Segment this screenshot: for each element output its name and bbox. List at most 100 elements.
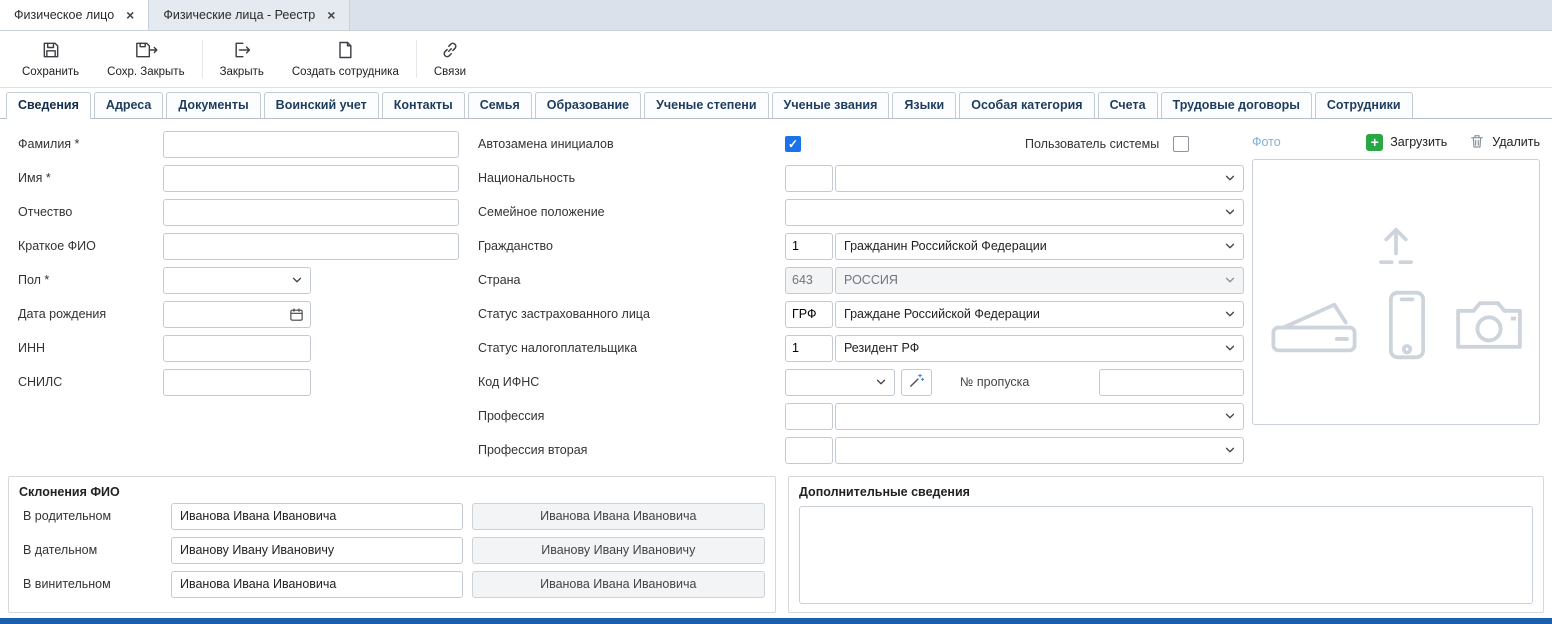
accusative-label: В винительном xyxy=(19,577,171,591)
close-button[interactable]: Закрыть xyxy=(206,31,278,87)
tab-voinskiy-uchet[interactable]: Воинский учет xyxy=(264,92,379,118)
insured-status-code-input[interactable] xyxy=(785,301,833,328)
save-icon xyxy=(41,40,61,63)
tab-yazyki[interactable]: Языки xyxy=(892,92,956,118)
chevron-down-icon xyxy=(1223,205,1237,219)
first-name-input[interactable] xyxy=(163,165,459,192)
tab-dokumenty[interactable]: Документы xyxy=(166,92,260,118)
tab-uchenye-stepeni[interactable]: Ученые степени xyxy=(644,92,768,118)
taxpayer-status-select[interactable]: Резидент РФ xyxy=(835,335,1244,362)
surname-label: Фамилия * xyxy=(8,137,163,151)
auto-initials-checkbox[interactable] xyxy=(785,136,801,152)
person-form: Фамилия * Имя * Отчество Краткое ФИО Пол… xyxy=(0,119,1552,467)
ifns-code-label: Код ИФНС xyxy=(472,375,785,389)
tab-obrazovanie[interactable]: Образование xyxy=(535,92,641,118)
citizenship-select[interactable]: Гражданин Российской Федерации xyxy=(835,233,1244,260)
pass-number-label: № пропуска xyxy=(960,375,1029,389)
inn-label: ИНН xyxy=(8,341,163,355)
marital-status-select[interactable] xyxy=(785,199,1244,226)
chevron-down-icon xyxy=(1223,307,1237,321)
genitive-suggest-button[interactable]: Иванова Ивана Ивановича xyxy=(472,503,765,530)
photo-upload-button[interactable]: + Загрузить xyxy=(1366,134,1447,151)
additional-info-textarea[interactable] xyxy=(799,506,1533,604)
save-button[interactable]: Сохранить xyxy=(8,31,93,87)
nationality-select[interactable] xyxy=(835,165,1244,192)
window-tab-bar: Физическое лицо × Физические лица - Реес… xyxy=(0,0,1552,31)
patronymic-input[interactable] xyxy=(163,199,459,226)
photo-section: Фото + Загрузить Удалить xyxy=(1244,127,1544,467)
insured-status-select[interactable]: Граждане Российской Федерации xyxy=(835,301,1244,328)
pass-number-input[interactable] xyxy=(1099,369,1244,396)
field-row-first-name: Имя * xyxy=(8,161,472,195)
tab-svedeniya[interactable]: Сведения xyxy=(6,92,91,119)
field-row-birth-date: Дата рождения xyxy=(8,297,472,331)
save-close-button[interactable]: Сохр. Закрыть xyxy=(93,31,198,87)
field-row-gender: Пол * xyxy=(8,263,472,297)
nationality-code-input[interactable] xyxy=(785,165,833,192)
tab-scheta[interactable]: Счета xyxy=(1098,92,1158,118)
photo-dropzone[interactable] xyxy=(1252,159,1540,425)
chevron-down-icon xyxy=(1223,171,1237,185)
system-user-checkbox[interactable] xyxy=(1173,136,1189,152)
calendar-icon[interactable] xyxy=(289,307,304,325)
surname-input[interactable] xyxy=(163,131,459,158)
field-row-patronymic: Отчество xyxy=(8,195,472,229)
short-fio-label: Краткое ФИО xyxy=(8,239,163,253)
close-button-label: Закрыть xyxy=(220,66,264,78)
accusative-input[interactable] xyxy=(171,571,463,598)
profession-select[interactable] xyxy=(835,403,1244,430)
taxpayer-status-value: Резидент РФ xyxy=(844,341,919,355)
additional-info-title: Дополнительные сведения xyxy=(799,485,1533,499)
field-row-auto-initials: Автозамена инициалов Пользователь систем… xyxy=(472,127,1244,161)
citizenship-code-input[interactable] xyxy=(785,233,833,260)
save-close-button-label: Сохр. Закрыть xyxy=(107,66,184,78)
tab-semya[interactable]: Семья xyxy=(468,92,532,118)
snils-label: СНИЛС xyxy=(8,375,163,389)
profession-second-label: Профессия вторая xyxy=(472,443,785,457)
tab-uchenye-zvaniya[interactable]: Ученые звания xyxy=(772,92,890,118)
autofill-wand-button[interactable] xyxy=(901,369,932,396)
chevron-down-icon xyxy=(290,273,304,287)
chevron-down-icon xyxy=(1223,341,1237,355)
country-select: РОССИЯ xyxy=(835,267,1244,294)
inn-input[interactable] xyxy=(163,335,311,362)
short-fio-input[interactable] xyxy=(163,233,459,260)
system-user-label: Пользователь системы xyxy=(1025,137,1159,151)
accusative-suggest-button[interactable]: Иванова Ивана Ивановича xyxy=(472,571,765,598)
gender-select[interactable] xyxy=(163,267,311,294)
tab-adresa[interactable]: Адреса xyxy=(94,92,163,118)
close-tab-icon[interactable]: × xyxy=(327,8,335,22)
photo-delete-button[interactable]: Удалить xyxy=(1469,133,1540,152)
window-tab-persons-registry[interactable]: Физические лица - Реестр × xyxy=(149,0,350,30)
links-button-label: Связи xyxy=(434,66,466,78)
dative-suggest-button[interactable]: Иванову Ивану Ивановичу xyxy=(472,537,765,564)
field-row-nationality: Национальность xyxy=(472,161,1244,195)
tab-sotrudniki[interactable]: Сотрудники xyxy=(1315,92,1413,118)
upload-arrow-icon xyxy=(1370,221,1422,276)
tab-trudovye-dogovory[interactable]: Трудовые договоры xyxy=(1161,92,1312,118)
country-value: РОССИЯ xyxy=(844,273,898,287)
save-close-icon xyxy=(134,40,158,63)
snils-input[interactable] xyxy=(163,369,311,396)
ifns-code-select[interactable] xyxy=(785,369,895,396)
field-row-surname: Фамилия * xyxy=(8,127,472,161)
photo-title: Фото xyxy=(1252,135,1281,149)
genitive-input[interactable] xyxy=(171,503,463,530)
profession-second-code-input[interactable] xyxy=(785,437,833,464)
gender-label: Пол * xyxy=(8,273,163,287)
taxpayer-status-code-input[interactable] xyxy=(785,335,833,362)
field-row-citizenship: Гражданство Гражданин Российской Федерац… xyxy=(472,229,1244,263)
close-tab-icon[interactable]: × xyxy=(126,8,134,22)
links-button[interactable]: Связи xyxy=(420,31,480,87)
profession-code-input[interactable] xyxy=(785,403,833,430)
chevron-down-icon xyxy=(1223,273,1237,287)
create-employee-button[interactable]: Создать сотрудника xyxy=(278,31,413,87)
chevron-down-icon xyxy=(874,375,888,389)
dative-input[interactable] xyxy=(171,537,463,564)
field-row-inn: ИНН xyxy=(8,331,472,365)
tab-osobaya-kategoriya[interactable]: Особая категория xyxy=(959,92,1094,118)
window-tab-person[interactable]: Физическое лицо × xyxy=(0,0,149,30)
tab-kontakty[interactable]: Контакты xyxy=(382,92,465,118)
create-employee-button-label: Создать сотрудника xyxy=(292,66,399,78)
profession-second-select[interactable] xyxy=(835,437,1244,464)
